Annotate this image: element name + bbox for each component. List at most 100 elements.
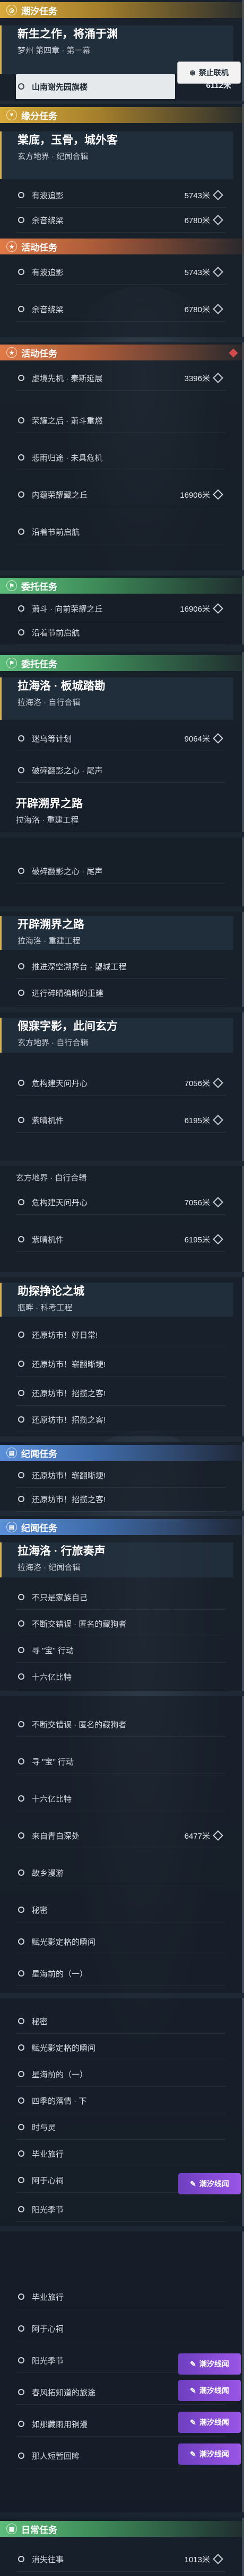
sub-objective[interactable]: 余音绕梁 6780米 — [16, 208, 226, 233]
objective-ring-icon — [18, 963, 24, 969]
tide-lore-badge: ✎ 潮汐线闻 — [178, 2353, 241, 2375]
section-header-daily[interactable]: ▦ 日常任务 — [0, 2521, 244, 2537]
sub-objective[interactable]: 虚境先机 · 秦斯延展 3396米 — [16, 366, 226, 391]
objective-ring-icon — [18, 2071, 24, 2077]
sub-objective[interactable]: 秘密 — [16, 2009, 226, 2034]
section-header-commission[interactable]: ⚑ 委托任务 — [0, 655, 244, 671]
sub-objective[interactable]: 进行碎晴确晰的重建 — [16, 981, 226, 1005]
distance-label: 6477米 — [184, 1831, 210, 1841]
sub-objective[interactable]: 推进深空溯界台 · 望城工程 — [16, 954, 226, 979]
waypoint-icon — [213, 215, 223, 225]
sub-objective[interactable]: 星海前的（一） — [16, 1961, 226, 1986]
sub-objective[interactable]: 阿于心祠 — [16, 2316, 226, 2341]
sub-objective[interactable]: 有波追影 5743米 — [16, 183, 226, 208]
sub-objective[interactable]: 还原坊市！招揽之客! — [16, 1487, 226, 1512]
sub-objective[interactable]: 不只是家族自己 — [16, 1585, 226, 1610]
section-header-event[interactable]: ★ 活动任务 — [0, 345, 244, 360]
sub-objective[interactable]: 阳光季节 — [16, 2197, 226, 2222]
waypoint-icon — [213, 1078, 223, 1088]
objective-ring-icon — [18, 2421, 24, 2427]
objective-ring-icon — [18, 1721, 24, 1727]
book-icon: ▤ — [6, 1522, 17, 1532]
objective-ring-icon — [18, 2357, 24, 2363]
objective-ring-icon — [18, 1236, 24, 1242]
sub-objective[interactable]: 赋光影定格的瞬间 — [16, 1929, 226, 1954]
objective-ring-icon — [18, 990, 24, 996]
mission-card[interactable]: 假寐字影，此间玄方 玄方地界 · 自行合辑 — [0, 1018, 233, 1053]
sub-objective[interactable]: 还原坊市！好日常! — [16, 1322, 226, 1347]
sub-objective[interactable]: 十六亿比特 — [16, 1786, 226, 1811]
sub-objective[interactable]: 时与灵 — [16, 2115, 226, 2140]
section-header-lore[interactable]: ▤ 纪闻任务 — [0, 1445, 244, 1461]
sub-objective[interactable]: 沿着节前启航 — [16, 620, 226, 645]
sub-objective[interactable]: 不断交错误 · 匿名的藏狗者 — [16, 1611, 226, 1636]
objective-ring-icon — [18, 528, 24, 535]
waypoint-icon — [213, 267, 223, 277]
mission-card[interactable]: 拉海洛 · 板城踏勘 拉海洛 · 自行合辑 — [0, 677, 233, 720]
sub-objective[interactable]: 有波追影 5743米 — [16, 260, 226, 285]
sub-objective[interactable]: 萧斗 · 向前荣耀之丘 16906米 — [16, 596, 226, 621]
sub-objective[interactable]: 寻 "宝" 行动 — [16, 1749, 226, 1774]
mission-card[interactable]: 开辟溯界之路 拉海洛 · 重建工程 — [0, 795, 233, 832]
sub-objective[interactable]: 破碎翻影之心 · 尾声 — [16, 859, 226, 884]
sub-objective[interactable]: 破碎翻影之心 · 尾声 — [16, 758, 226, 783]
sub-objective[interactable]: 还原坊市！崭翻晰埂! — [16, 1463, 226, 1488]
section-header-lore[interactable]: ▤ 纪闻任务 — [0, 1519, 244, 1535]
sub-objective[interactable]: 消失往事 1013米 — [16, 2547, 226, 2572]
sub-objective[interactable]: 不断交错误 · 匿名的藏狗者 — [16, 1712, 226, 1737]
section-header-event[interactable]: ★ 活动任务 — [0, 239, 244, 254]
mission-card[interactable]: 玄方地界 · 自行合辑 — [0, 1169, 233, 1185]
mission-subtitle: 拉海洛 · 自行合辑 — [18, 698, 81, 707]
waypoint-icon — [213, 1115, 223, 1125]
mission-card[interactable]: 助探挣论之城 瓶畔 · 科考工程 — [0, 1283, 233, 1317]
objective-ring-icon — [18, 1361, 24, 1367]
waypoint-icon — [213, 373, 223, 383]
objective-ring-icon — [18, 2453, 24, 2459]
sub-objective[interactable]: 毕业旅行 — [16, 2284, 226, 2309]
sub-objective[interactable]: 余音绕梁 6780米 — [16, 297, 226, 322]
sub-objective[interactable]: 沿着节前启航 — [16, 519, 226, 544]
objective-ring-icon — [18, 491, 24, 498]
sub-objective[interactable]: 内蕴荣耀藏之丘 16906米 — [16, 482, 226, 507]
section-header-commission[interactable]: ⚑ 委托任务 — [0, 578, 244, 594]
sub-objective[interactable]: 毕业旅行 — [16, 2141, 226, 2166]
flag-icon: ⚑ — [6, 658, 17, 668]
sub-objective[interactable]: 赋光影定格的瞬间 — [16, 2035, 226, 2060]
waypoint-icon — [213, 2554, 223, 2564]
mission-card[interactable]: 棠底，玉骨，城外客 玄方地界 · 纪闻合辑 — [0, 131, 233, 179]
sub-objective[interactable]: 星海前的（一） — [16, 2062, 226, 2087]
sub-objective[interactable]: 四季的落情 · 下 — [16, 2088, 226, 2113]
tide-icon: ◎ — [6, 5, 17, 15]
objective-ring-icon — [18, 2293, 24, 2300]
sub-objective[interactable]: 十六亿比特 — [16, 1664, 226, 1689]
section-header-tide[interactable]: ◎ 潮汐任务 — [0, 2, 244, 18]
objective-ring-icon — [18, 217, 24, 223]
sub-objective[interactable]: 寻 "宝" 行动 — [16, 1638, 226, 1663]
sub-objective[interactable]: 荣耀之后 · 萧斗重燃 — [16, 408, 226, 433]
sub-objective[interactable]: 还原坊市！崭翻晰埂! — [16, 1352, 226, 1377]
sub-objective[interactable]: 紫晴机件 6195米 — [16, 1108, 226, 1133]
sub-objective[interactable]: 悲雨归途 · 未具危机 — [16, 445, 226, 470]
sub-objective[interactable]: 来自青白深处 6477米 — [16, 1823, 226, 1848]
sub-objective[interactable]: 危构建天问丹心 7056米 — [16, 1190, 226, 1215]
sub-objective-highlighted[interactable]: 山南谢先园旗楼 — [16, 74, 175, 99]
mission-card[interactable]: 开辟溯界之路 拉海洛 · 重建工程 — [0, 916, 233, 950]
objective-ring-icon — [18, 1758, 24, 1765]
section-header-affinity[interactable]: ♥ 缘分任务 — [0, 107, 244, 123]
objective-ring-icon — [18, 269, 24, 275]
sub-objective[interactable]: 还原坊市！招揽之客! — [16, 1381, 226, 1406]
objective-ring-icon — [18, 2124, 24, 2130]
objective-ring-icon — [18, 375, 24, 381]
objective-ring-icon — [18, 417, 24, 424]
objective-ring-icon — [18, 1869, 24, 1876]
objective-ring-icon — [18, 868, 24, 874]
objective-ring-icon — [18, 2097, 24, 2104]
sub-objective[interactable]: 紫晴机件 6195米 — [16, 1227, 226, 1252]
sub-objective[interactable]: 还原坊市！招揽之客! — [16, 1407, 226, 1432]
sub-objective[interactable]: 迷乌等计划 9064米 — [16, 726, 226, 751]
sub-objective[interactable]: 故乡漫游 — [16, 1860, 226, 1885]
distance-label: 6195米 — [184, 1235, 210, 1245]
mission-card[interactable]: 拉海洛 · 行旅奏声 拉海洛 · 纪闻合辑 — [0, 1542, 233, 1577]
sub-objective[interactable]: 危构建天问丹心 7056米 — [16, 1071, 226, 1096]
sub-objective[interactable]: 秘密 — [16, 1898, 226, 1922]
